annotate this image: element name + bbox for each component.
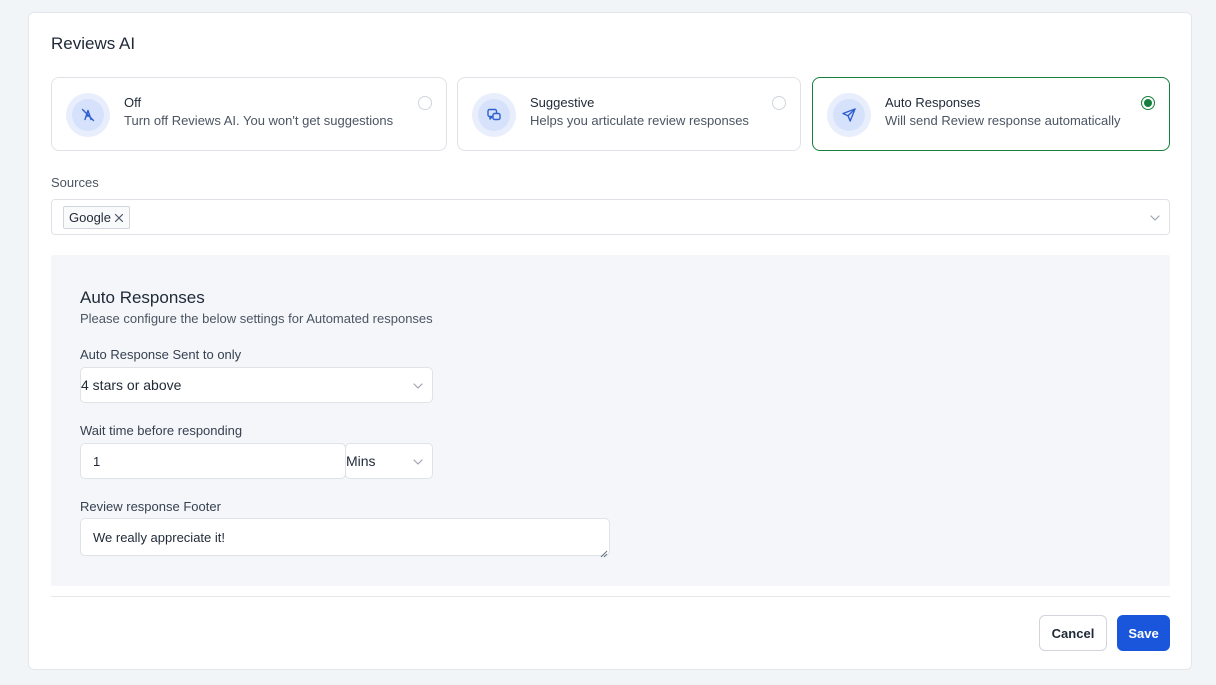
mode-option-description: Helps you articulate review responses xyxy=(530,113,749,128)
source-tag-label: Google xyxy=(69,210,111,225)
sent-to-value: 4 stars or above xyxy=(81,377,182,393)
chevron-down-icon[interactable] xyxy=(1149,212,1161,224)
page-title: Reviews AI xyxy=(51,34,136,53)
wait-time-input[interactable]: 1 xyxy=(80,443,346,479)
mode-radio-off[interactable] xyxy=(418,96,432,110)
sources-label: Sources xyxy=(51,175,99,190)
panel-title: Auto Responses xyxy=(80,288,205,307)
cancel-button[interactable]: Cancel xyxy=(1039,615,1107,651)
wait-time-value: 1 xyxy=(93,453,101,469)
wait-time-unit-value: Mins xyxy=(346,453,376,469)
mode-option-description: Turn off Reviews AI. You won't get sugge… xyxy=(124,113,394,128)
wait-time-unit-select[interactable]: Mins xyxy=(345,443,433,479)
mode-option-title: Off xyxy=(124,95,142,110)
footer-label: Review response Footer xyxy=(80,499,221,514)
sources-multiselect[interactable]: Google xyxy=(51,199,1170,235)
mode-option-suggestive[interactable]: Suggestive Helps you articulate review r… xyxy=(457,77,801,151)
reviews-ai-card: Reviews AI Off Turn off Reviews AI. You … xyxy=(28,12,1192,670)
save-button[interactable]: Save xyxy=(1117,615,1170,651)
mode-option-off[interactable]: Off Turn off Reviews AI. You won't get s… xyxy=(51,77,447,151)
sent-to-select[interactable]: 4 stars or above xyxy=(80,367,433,403)
mode-option-title: Auto Responses xyxy=(885,95,981,110)
footer-value: We really appreciate it! xyxy=(93,529,225,545)
mode-radio-auto-responses[interactable] xyxy=(1141,96,1155,110)
panel-subtitle: Please configure the below settings for … xyxy=(80,311,433,326)
mode-option-auto-responses[interactable]: Auto Responses Will send Review response… xyxy=(812,77,1170,151)
footer-textarea[interactable]: We really appreciate it! xyxy=(80,518,610,558)
chevron-down-icon xyxy=(412,380,424,392)
footer-divider xyxy=(51,596,1170,597)
mode-radio-suggestive[interactable] xyxy=(772,96,786,110)
ai-off-icon xyxy=(66,93,110,137)
sent-to-label: Auto Response Sent to only xyxy=(80,347,242,362)
wait-time-label: Wait time before responding xyxy=(80,423,243,438)
resize-handle-icon[interactable] xyxy=(600,546,608,558)
remove-tag-icon[interactable] xyxy=(113,212,125,224)
chevron-down-icon xyxy=(412,456,424,468)
mode-option-title: Suggestive xyxy=(530,95,595,110)
chat-bubbles-icon xyxy=(472,93,516,137)
mode-option-description: Will send Review response automatically xyxy=(885,113,1121,128)
source-tag-google: Google xyxy=(63,206,130,229)
send-icon xyxy=(827,93,871,137)
auto-responses-settings-panel: Auto Responses Please configure the belo… xyxy=(51,255,1170,586)
